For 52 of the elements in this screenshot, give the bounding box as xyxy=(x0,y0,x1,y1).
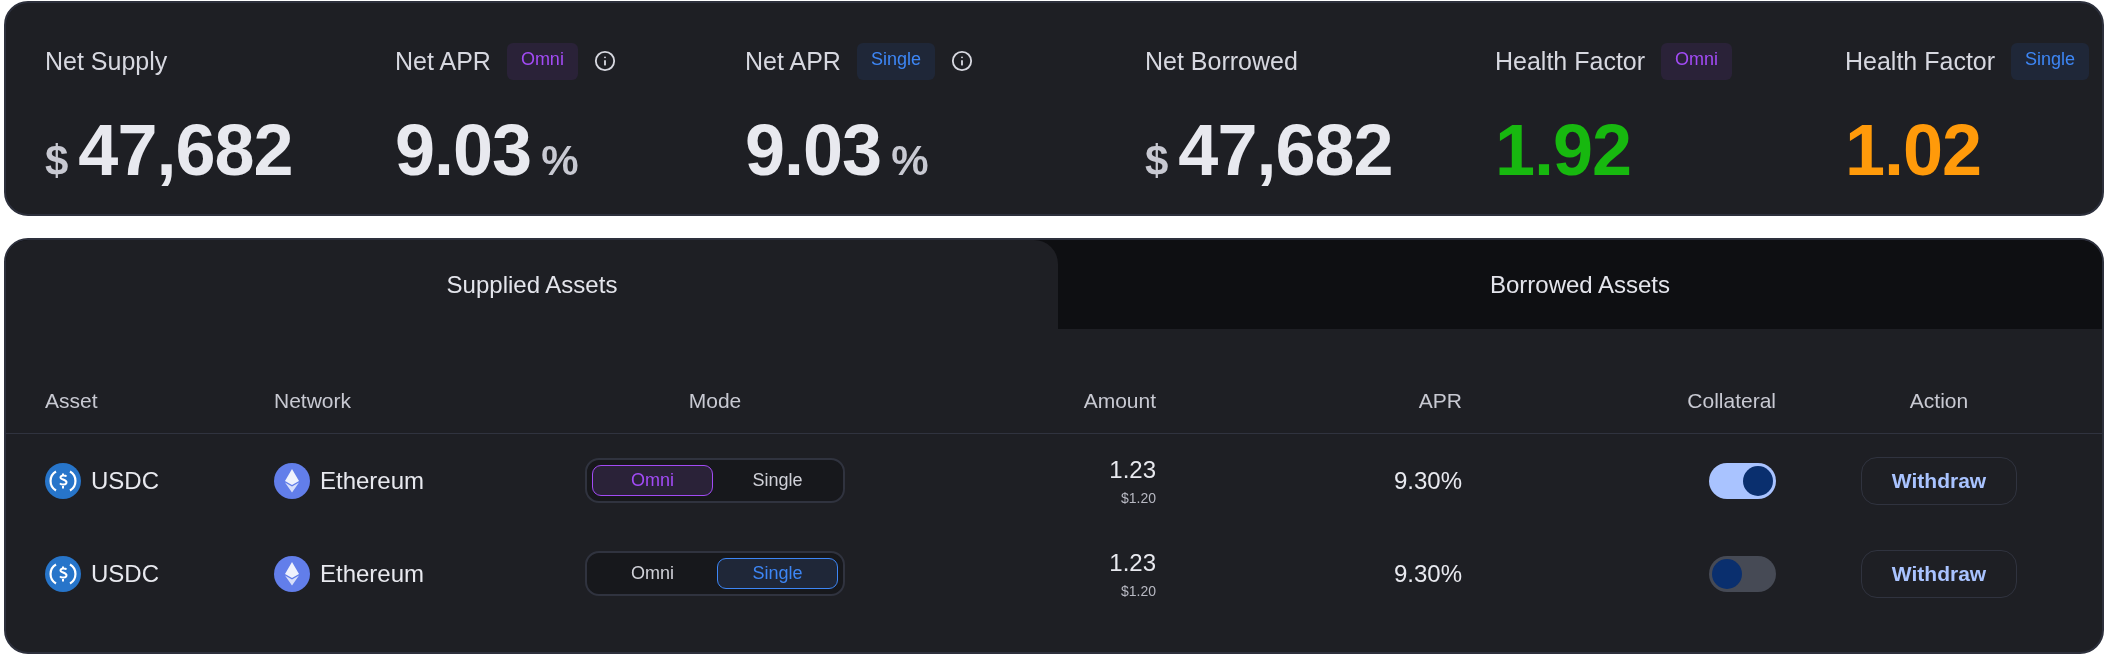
mode-option[interactable]: Omni xyxy=(592,465,713,496)
column-header: Mode xyxy=(687,389,743,413)
mode-badge: Single xyxy=(2011,42,2090,80)
currency-symbol: $ xyxy=(1145,137,1169,185)
currency-symbol: $ xyxy=(45,137,69,185)
stat-value: 47,682 xyxy=(78,109,293,191)
percent-sign: % xyxy=(891,137,929,185)
collateral-toggle[interactable] xyxy=(1709,555,1776,592)
mode-badge: Single xyxy=(856,42,935,80)
mode-badge: Omni xyxy=(506,42,578,80)
stat-value: 47,682 xyxy=(1178,109,1393,191)
dollar-coin-icon xyxy=(45,555,81,592)
column-header: Collateral xyxy=(1686,389,1776,413)
percent-sign: % xyxy=(541,137,579,185)
column-header: Amount xyxy=(1082,389,1156,413)
amount: 1.23 xyxy=(1109,548,1156,577)
stat-label: Net APR xyxy=(395,46,491,76)
apr-value: 9.30% xyxy=(1393,466,1462,495)
tab[interactable]: Supplied Assets xyxy=(6,240,1058,329)
column-header: Asset xyxy=(45,389,99,413)
stat-label: Health Factor xyxy=(1845,46,1996,76)
stat-value: 1.02 xyxy=(1845,109,1982,191)
info-icon[interactable] xyxy=(950,50,973,72)
stat-value: 1.92 xyxy=(1495,109,1632,191)
asset-name: USDC xyxy=(91,466,159,495)
stat-label: Net APR xyxy=(745,46,841,76)
withdraw-button[interactable]: Withdraw xyxy=(1861,549,2017,598)
diamond-coin-icon xyxy=(274,555,310,592)
mode-option[interactable]: Single xyxy=(717,558,838,589)
column-header: Action xyxy=(1908,389,1970,413)
stat-value: 9.03 xyxy=(745,109,882,191)
mode-option[interactable]: Single xyxy=(717,465,838,496)
stat-label: Net Borrowed xyxy=(1145,46,1298,76)
amount-usd: $1.20 xyxy=(1120,489,1156,506)
stat-label: Health Factor xyxy=(1495,46,1646,76)
mode-option[interactable]: Omni xyxy=(592,558,713,589)
stat-label: Net Supply xyxy=(45,46,168,76)
asset-name: USDC xyxy=(91,559,159,588)
column-header: APR xyxy=(1417,389,1462,413)
amount: 1.23 xyxy=(1109,455,1156,484)
info-icon[interactable] xyxy=(593,50,616,72)
column-header: Network xyxy=(274,389,353,413)
collateral-toggle[interactable] xyxy=(1709,462,1776,499)
mode-badge: Omni xyxy=(1661,42,1733,80)
stat-value: 9.03 xyxy=(395,109,532,191)
apr-value: 9.30% xyxy=(1393,559,1462,588)
network-name: Ethereum xyxy=(320,466,425,495)
amount-usd: $1.20 xyxy=(1120,582,1156,599)
diamond-coin-icon xyxy=(274,462,310,499)
network-name: Ethereum xyxy=(320,559,425,588)
withdraw-button[interactable]: Withdraw xyxy=(1861,456,2017,505)
dollar-coin-icon xyxy=(45,462,81,499)
